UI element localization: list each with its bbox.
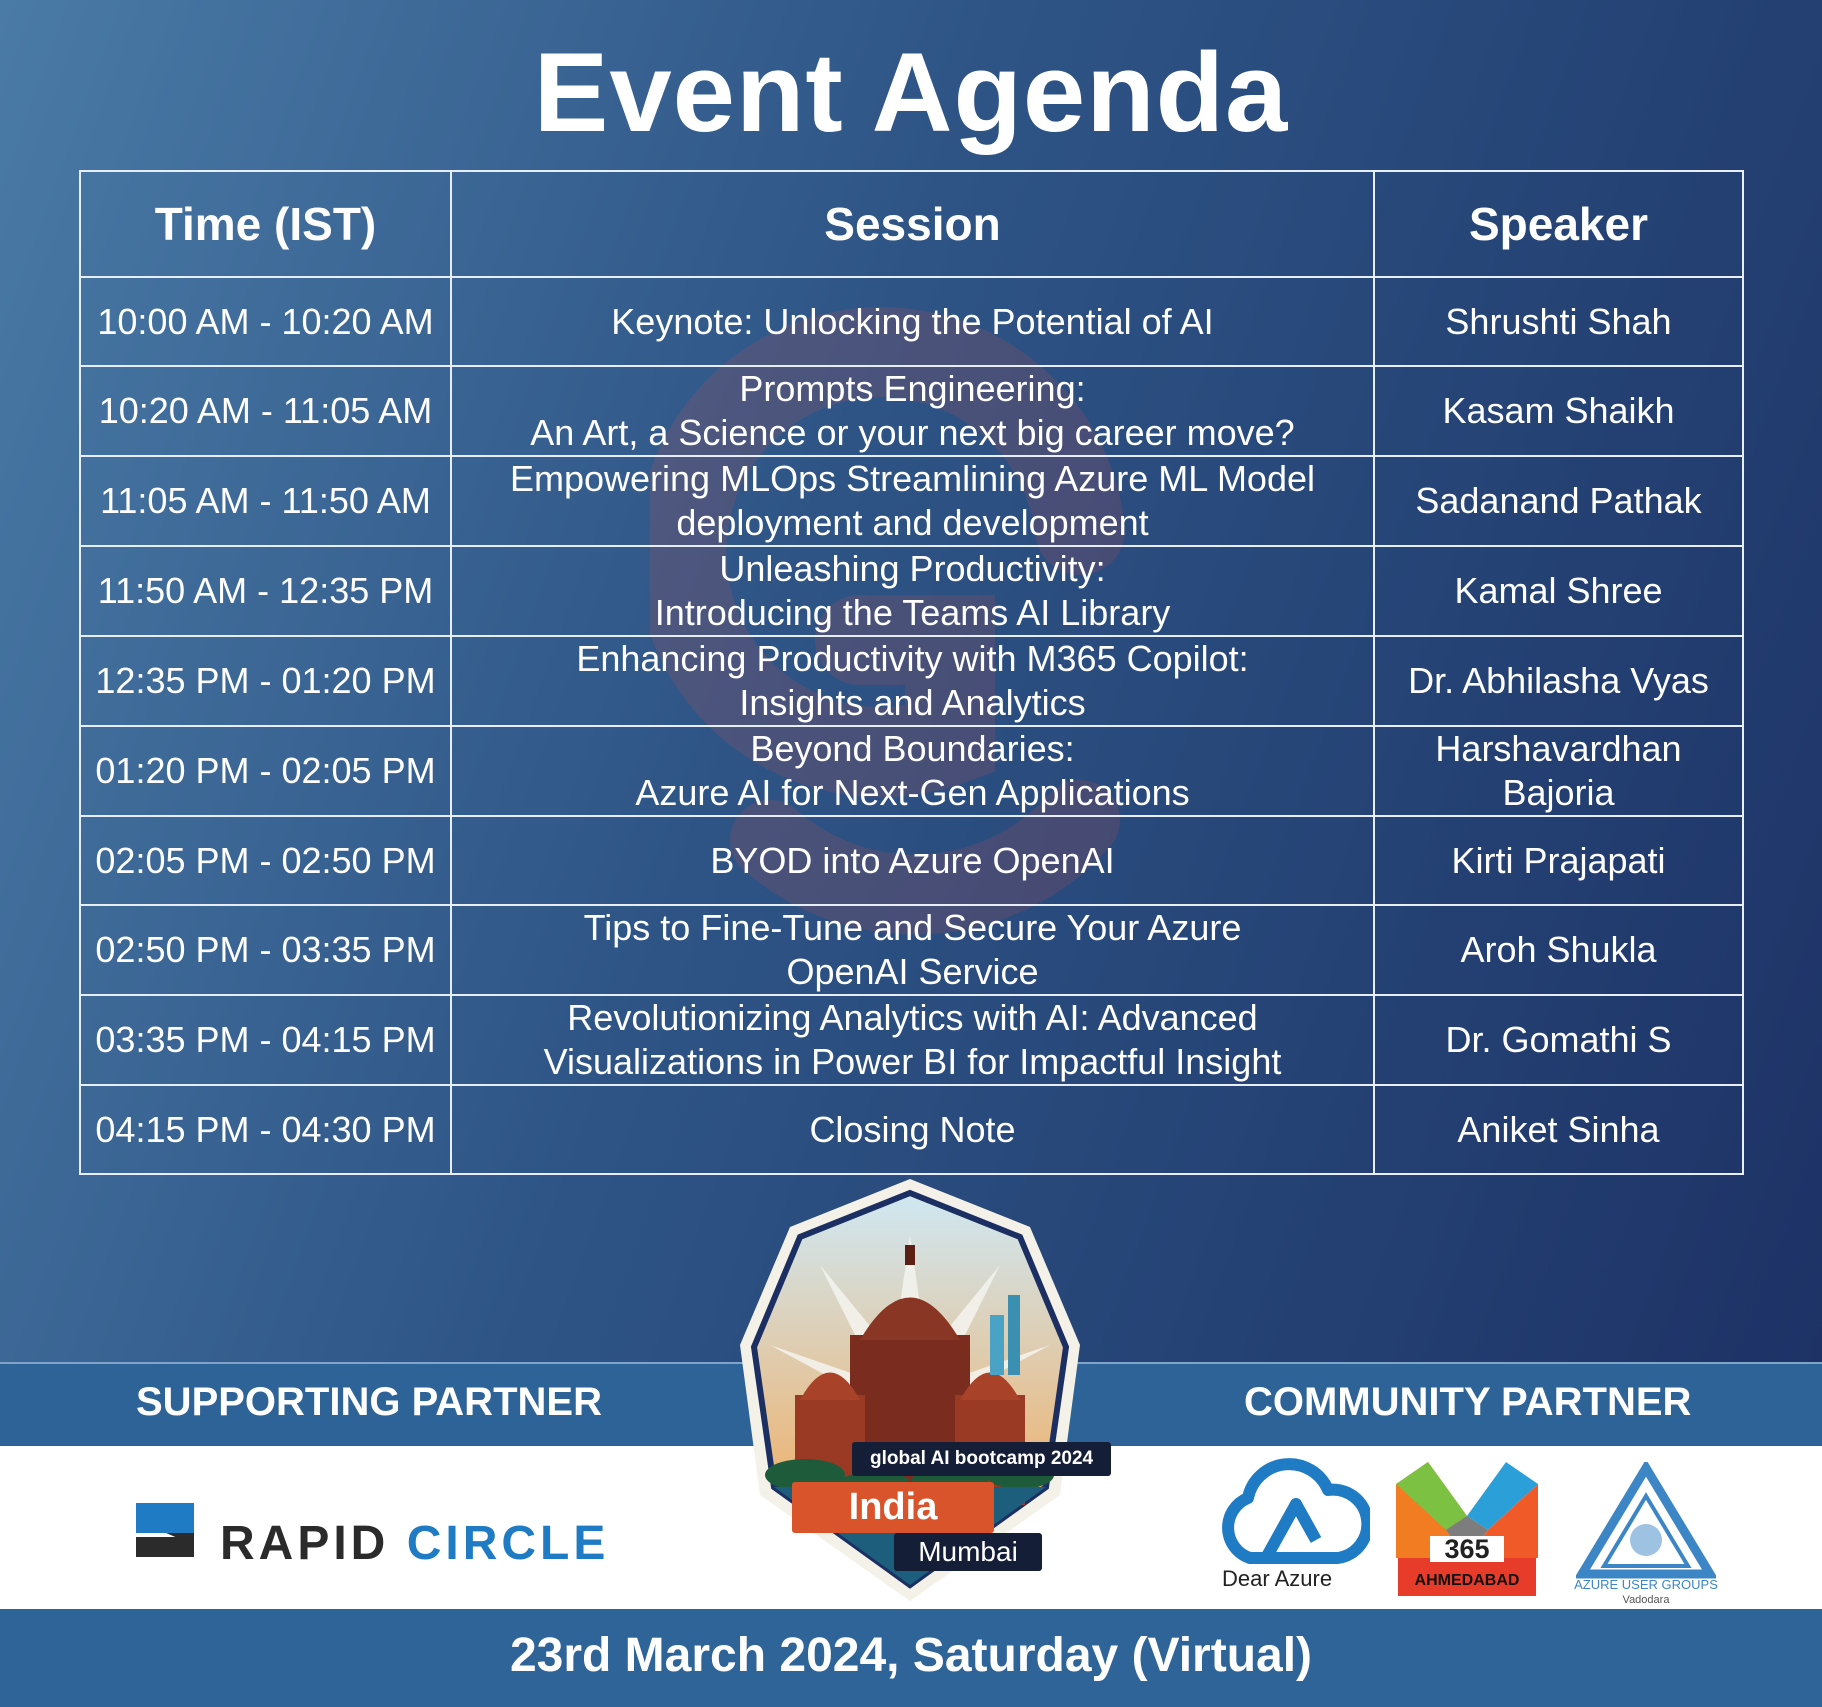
cell-session: Beyond Boundaries: Azure AI for Next-Gen … [450, 725, 1375, 817]
community-partner-label: COMMUNITY PARTNER [1244, 1380, 1692, 1424]
table-row: 11:50 AM - 12:35 PM Unleashing Productivi… [79, 545, 1744, 637]
cell-session-line: Keynote: Unlocking the Potential of AI [611, 300, 1214, 342]
cell-speaker-line: Kirti Prajapati [1451, 839, 1666, 881]
cell-time: 03:35 PM - 04:15 PM [79, 994, 452, 1086]
table-row: 02:50 PM - 03:35 PM Tips to Fine-Tune and… [79, 904, 1744, 996]
table-header-row: Time (IST) Session Speaker [79, 170, 1744, 278]
event-date: 23rd March 2024, Saturday (Virtual) [509, 1629, 1313, 1682]
cell-time: 04:15 PM - 04:30 PM [79, 1084, 452, 1175]
cell-session: BYOD into Azure OpenAI [450, 815, 1375, 906]
cell-time: 10:20 AM - 11:05 AM [79, 365, 452, 457]
badge-city: Mumbai [894, 1533, 1042, 1571]
cell-session-line: Empowering MLOps Streamlining Azure ML M… [509, 458, 1315, 499]
cell-session: Unleashing Productivity: Introducing the … [450, 545, 1375, 637]
table-row: 01:20 PM - 02:05 PM Beyond Boundaries: Azu… [79, 725, 1744, 817]
cell-speaker: Kirti Prajapati [1373, 815, 1744, 906]
table-row: 03:35 PM - 04:15 PM Revolutionizing Analy… [79, 994, 1744, 1086]
cell-session-line: Visualizations in Power BI for Impactful… [543, 1041, 1282, 1082]
cell-speaker-line: Harshavardhan [1435, 728, 1682, 769]
page-title: Event Agenda [533, 30, 1289, 155]
cell-speaker-line: Dr. Abhilasha Vyas [1408, 660, 1709, 701]
column-header-time: Time (IST) [79, 170, 452, 278]
cell-speaker-line: Bajoria [1502, 772, 1615, 813]
table-row: 12:35 PM - 01:20 PM Enhancing Productivit… [79, 635, 1744, 727]
dear-azure-label: Dear Azure [1222, 1566, 1333, 1591]
cell-session-line: Enhancing Productivity with M365 Copilot… [576, 638, 1249, 679]
agenda-table-body: 10:00 AM - 10:20 AM Keynote: Unlocking th… [79, 276, 1744, 1175]
agenda-table: Time (IST) Session Speaker 10:00 AM - 10… [79, 170, 1744, 1175]
cell-time: 11:05 AM - 11:50 AM [79, 455, 452, 547]
cell-speaker: Aroh Shukla [1373, 904, 1744, 996]
cell-session: Keynote: Unlocking the Potential of AI [450, 276, 1375, 367]
cell-session-line: Closing Note [809, 1108, 1016, 1150]
supporting-partner-label: SUPPORTING PARTNER [136, 1380, 602, 1424]
cell-session: Enhancing Productivity with M365 Copilot… [450, 635, 1375, 727]
column-header-session: Session [450, 170, 1375, 278]
cell-session-line: Insights and Analytics [739, 682, 1086, 723]
table-row: 10:00 AM - 10:20 AM Keynote: Unlocking th… [79, 276, 1744, 367]
cell-session: Prompts Engineering: An Art, a Science or… [450, 365, 1375, 457]
m365-number: 365 [1444, 1534, 1490, 1564]
rapid-circle-logo-icon [136, 1503, 194, 1557]
cell-time: 11:50 AM - 12:35 PM [79, 545, 452, 637]
cell-session-line: Prompts Engineering: [739, 368, 1086, 409]
cell-time: 02:50 PM - 03:35 PM [79, 904, 452, 996]
cell-time: 10:00 AM - 10:20 AM [79, 276, 452, 367]
cell-speaker-line: Sadanand Pathak [1415, 480, 1702, 521]
cell-speaker: Kamal Shree [1373, 545, 1744, 637]
rapid-circle-word-rapid: RAPID [220, 1517, 390, 1570]
cell-session-line: Tips to Fine-Tune and Secure Your Azure [583, 907, 1242, 948]
cell-speaker-line: Aniket Sinha [1457, 1108, 1660, 1150]
badge-event-name: global AI bootcamp 2024 [852, 1442, 1112, 1476]
azure-user-groups-label: AZURE USER GROUPS Vadodara [1568, 1578, 1724, 1607]
column-header-speaker: Speaker [1373, 170, 1744, 278]
cell-session: Revolutionizing Analytics with AI: Advan… [450, 994, 1375, 1086]
table-row: 10:20 AM - 11:05 AM Prompts Engineering: A… [79, 365, 1744, 457]
cell-speaker: Kasam Shaikh [1373, 365, 1744, 457]
cell-speaker: Aniket Sinha [1373, 1084, 1744, 1175]
cell-session-line: deployment and development [676, 502, 1149, 543]
agenda-page: Event Agenda Time (IST) Session Speaker … [0, 0, 1822, 1707]
cell-session-line: OpenAI Service [786, 951, 1039, 992]
cell-session-line: BYOD into Azure OpenAI [710, 839, 1115, 881]
aug-name: AZURE USER GROUPS [1574, 1577, 1718, 1592]
cell-speaker: Harshavardhan Bajoria [1373, 725, 1744, 817]
cell-session-line: Introducing the Teams AI Library [654, 592, 1171, 633]
cell-speaker-line: Kasam Shaikh [1442, 390, 1675, 431]
m365-city: AHMEDABAD [1414, 1572, 1520, 1589]
cell-session: Closing Note [450, 1084, 1375, 1175]
table-row: 11:05 AM - 11:50 AM Empowering MLOps Stre… [79, 455, 1744, 547]
cell-session-line: Revolutionizing Analytics with AI: Advan… [567, 997, 1258, 1038]
cell-session: Empowering MLOps Streamlining Azure ML M… [450, 455, 1375, 547]
rapid-circle-logo: RAPID CIRCLE [220, 1516, 609, 1571]
cell-session-line: Unleashing Productivity: [719, 548, 1106, 589]
cell-time: 02:05 PM - 02:50 PM [79, 815, 452, 906]
cell-speaker-line: Dr. Gomathi S [1445, 1019, 1672, 1060]
cell-speaker: Shrushti Shah [1373, 276, 1744, 367]
event-badge: global AI bootcamp 2024 India Mumbai [700, 1175, 1120, 1605]
dear-azure-cloud-icon [1222, 1458, 1370, 1564]
cell-session: Tips to Fine-Tune and Secure Your Azure O… [450, 904, 1375, 996]
cell-speaker: Dr. Gomathi S [1373, 994, 1744, 1086]
badge-country: India [792, 1482, 994, 1533]
cell-speaker-line: Kamal Shree [1454, 570, 1663, 611]
cell-speaker: Sadanand Pathak [1373, 455, 1744, 547]
cell-speaker: Dr. Abhilasha Vyas [1373, 635, 1744, 727]
cell-speaker-line: Shrushti Shah [1445, 300, 1672, 342]
aug-city: Vadodara [1622, 1594, 1670, 1606]
cell-session-line: An Art, a Science or your next big caree… [530, 412, 1295, 453]
cell-session-line: Azure AI for Next-Gen Applications [635, 772, 1190, 813]
table-row: 02:05 PM - 02:50 PM BYOD into Azure OpenA… [79, 815, 1744, 906]
m365-ahmedabad-logo: 365 AHMEDABAD [1392, 1458, 1542, 1598]
rapid-circle-word-circle: CIRCLE [406, 1517, 610, 1570]
cell-time: 12:35 PM - 01:20 PM [79, 635, 452, 727]
cell-speaker-line: Aroh Shukla [1460, 929, 1657, 970]
cell-time: 01:20 PM - 02:05 PM [79, 725, 452, 817]
table-row: 04:15 PM - 04:30 PM Closing Note Aniket Si… [79, 1084, 1744, 1175]
cell-session-line: Beyond Boundaries: [750, 728, 1075, 769]
